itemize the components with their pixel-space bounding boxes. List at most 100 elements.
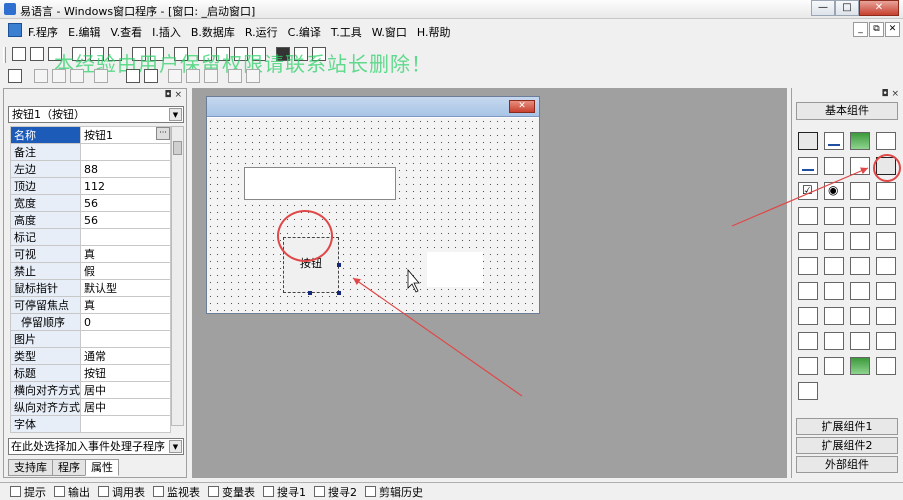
align-top-icon[interactable]: [94, 69, 108, 83]
event-selector[interactable]: 在此处选择加入事件处理子程序 ▼: [8, 438, 184, 455]
same-size-icon[interactable]: [204, 69, 218, 83]
toolbar-grip[interactable]: [3, 47, 6, 63]
property-row[interactable]: 标记: [10, 228, 171, 246]
edit-box-icon[interactable]: [798, 157, 818, 175]
label-control[interactable]: [427, 252, 483, 287]
odbc-db-icon[interactable]: [798, 382, 818, 400]
document-icon[interactable]: [8, 23, 22, 37]
property-row[interactable]: 备注: [10, 143, 171, 161]
dialog-icon[interactable]: [850, 332, 870, 350]
maximize-button[interactable]: □: [835, 0, 859, 16]
same-height-icon[interactable]: [186, 69, 200, 83]
property-row[interactable]: 字体: [10, 415, 171, 433]
list-box-icon[interactable]: [876, 182, 896, 200]
pointer-icon[interactable]: [798, 132, 818, 150]
odbc-icon[interactable]: [876, 357, 896, 375]
tab-variable-table[interactable]: 变量表: [208, 484, 255, 500]
menu-view[interactable]: V.查看: [111, 24, 143, 40]
menu-database[interactable]: B.数据库: [191, 24, 235, 40]
image-box-icon[interactable]: [824, 157, 844, 175]
property-row[interactable]: 名称 按钮1 ···: [10, 126, 171, 144]
textbox-control[interactable]: [244, 167, 396, 200]
chart-icon[interactable]: [850, 357, 870, 375]
property-value[interactable]: [80, 228, 171, 246]
property-value[interactable]: [80, 415, 171, 433]
grid-tool-icon[interactable]: [798, 257, 818, 275]
property-value[interactable]: 真: [80, 296, 171, 314]
property-value[interactable]: 56: [80, 211, 171, 229]
combo-box-icon[interactable]: [850, 182, 870, 200]
center-horizontal-icon[interactable]: [126, 69, 140, 83]
frame-icon[interactable]: [876, 232, 896, 250]
property-row[interactable]: 禁止假: [10, 262, 171, 280]
form-close-icon[interactable]: ✕: [509, 100, 535, 113]
property-value[interactable]: 通常: [80, 347, 171, 365]
brush-icon[interactable]: [850, 157, 870, 175]
align-left-icon[interactable]: [34, 69, 48, 83]
property-row[interactable]: 纵向对齐方式 居中: [10, 398, 171, 416]
external-components-group[interactable]: 外部组件: [796, 456, 898, 473]
form-canvas[interactable]: 按钮: [207, 118, 539, 313]
toolbox-header[interactable]: 基本组件: [796, 102, 898, 120]
property-value[interactable]: 假: [80, 262, 171, 280]
tab-program[interactable]: 程序: [52, 459, 86, 476]
property-value[interactable]: 56: [80, 194, 171, 212]
property-row[interactable]: 可停留焦点真: [10, 296, 171, 314]
tab-control-icon[interactable]: [824, 232, 844, 250]
menu-insert[interactable]: I.插入: [152, 24, 181, 40]
property-value[interactable]: 0: [80, 313, 171, 331]
menu-run[interactable]: R.运行: [245, 24, 278, 40]
mdi-restore-button[interactable]: ⧉: [869, 22, 884, 37]
globe-icon[interactable]: [824, 282, 844, 300]
table-tool-icon[interactable]: [876, 282, 896, 300]
tab-tips[interactable]: 提示: [10, 484, 46, 500]
property-row[interactable]: 横向对齐方式 居中: [10, 381, 171, 399]
rich-edit-icon[interactable]: [824, 257, 844, 275]
property-row[interactable]: 图片: [10, 330, 171, 348]
tab-output[interactable]: 输出: [54, 484, 90, 500]
menu-help[interactable]: H.帮助: [417, 24, 451, 40]
menu-window[interactable]: W.窗口: [372, 24, 407, 40]
property-value[interactable]: 88: [80, 160, 171, 178]
timer-icon[interactable]: [798, 307, 818, 325]
scrollbar-h-icon[interactable]: [824, 207, 844, 225]
open-folder-icon[interactable]: [30, 47, 44, 61]
property-row[interactable]: 高度 56: [10, 211, 171, 229]
scrollbar-thumb[interactable]: [173, 141, 182, 155]
toolbox-pin-icon[interactable]: ◘ ×: [881, 89, 899, 99]
property-row[interactable]: 类型 通常: [10, 347, 171, 365]
tab-support-library[interactable]: 支持库: [8, 459, 53, 476]
property-value[interactable]: 真: [80, 245, 171, 263]
resize-handle[interactable]: [337, 263, 341, 267]
property-row[interactable]: 标题 按钮: [10, 364, 171, 382]
dip-tool-icon[interactable]: [850, 257, 870, 275]
checkbox-tool-icon[interactable]: [798, 182, 818, 200]
space-vertical-icon[interactable]: [246, 69, 260, 83]
printer-icon[interactable]: [824, 307, 844, 325]
radio-tool-icon[interactable]: [824, 182, 844, 200]
tab-properties[interactable]: 属性: [85, 459, 119, 476]
property-row[interactable]: 宽度 56: [10, 194, 171, 212]
property-value[interactable]: 居中: [80, 381, 171, 399]
resize-handle[interactable]: [337, 291, 341, 295]
extension-group-1[interactable]: 扩展组件1: [796, 418, 898, 435]
network-icon[interactable]: [850, 307, 870, 325]
align-right-icon[interactable]: [70, 69, 84, 83]
property-value[interactable]: 居中: [80, 398, 171, 416]
resize-handle[interactable]: [308, 291, 312, 295]
space-horizontal-icon[interactable]: [228, 69, 242, 83]
spin-icon[interactable]: [850, 282, 870, 300]
same-width-icon[interactable]: [168, 69, 182, 83]
close-button[interactable]: ✕: [859, 0, 899, 16]
menu-compile[interactable]: C.编译: [288, 24, 321, 40]
tab-search-2[interactable]: 搜寻2: [314, 484, 357, 500]
document-tool-icon[interactable]: [876, 257, 896, 275]
center-vertical-icon[interactable]: [144, 69, 158, 83]
label-tool-icon[interactable]: [824, 132, 844, 150]
extension-group-2[interactable]: 扩展组件2: [796, 437, 898, 454]
tree-icon[interactable]: [876, 332, 896, 350]
form-designer[interactable]: ✕ 按钮: [206, 96, 540, 314]
property-row[interactable]: 可视真: [10, 245, 171, 263]
property-row[interactable]: 鼠标指针 默认型: [10, 279, 171, 297]
database-icon[interactable]: [824, 357, 844, 375]
